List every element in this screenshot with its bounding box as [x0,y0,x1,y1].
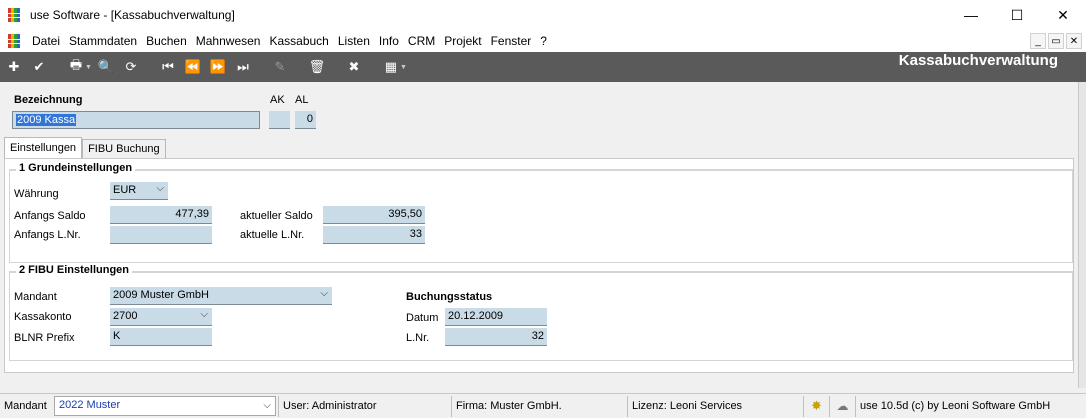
first-record-icon[interactable]: ⏮ [157,56,179,78]
next-record-icon[interactable]: ⏩ [207,56,229,78]
right-splitter[interactable] [1078,82,1086,388]
mandant-select[interactable]: 2009 Muster GmbH ⌵ [110,287,332,305]
menu-stammdaten[interactable]: Stammdaten [67,34,144,48]
grid-icon[interactable]: ▦ [380,56,402,78]
menu-crm[interactable]: CRM [406,34,442,48]
status-mandant-label: Mandant [4,400,47,412]
add-icon[interactable]: ✚ [3,56,25,78]
kassakonto-value: 2700 [113,310,138,322]
menu-bar: Datei Stammdaten Buchen Mahnwesen Kassab… [0,30,1086,52]
menu-buchen[interactable]: Buchen [144,34,194,48]
aktueller-saldo-input[interactable]: 395,50 [323,206,425,224]
al-label: AL [295,94,309,106]
status-user: User: Administrator [278,395,452,417]
mandant-label: Mandant [14,291,57,303]
aktuelle-lnr-input[interactable]: 33 [323,226,425,244]
bezeichnung-label: Bezeichnung [14,94,83,106]
bezeichnung-value: 2009 Kassa [16,114,77,126]
maximize-button[interactable]: ☐ [994,0,1040,30]
chevron-down-icon[interactable]: ⌵ [156,183,164,194]
status-version: use 10.5d (c) by Leoni Software GmbH [860,400,1051,412]
edit-icon[interactable]: ✎ [269,56,291,78]
waehrung-label: Währung [14,188,59,200]
mdi-restore-button[interactable]: ▭ [1048,33,1064,49]
lnr-input[interactable]: 32 [445,328,547,346]
lnr-label: L.Nr. [406,332,430,344]
bezeichnung-input[interactable]: 2009 Kassa [12,111,260,129]
module-title: Kassabuchverwaltung [898,52,1058,69]
menu-datei[interactable]: Datei [30,34,67,48]
fibu-title: 2 FIBU Einstellungen [16,264,133,276]
cancel-icon[interactable]: ✖ [343,56,365,78]
menu-info[interactable]: Info [377,34,406,48]
previous-record-icon[interactable]: ⏪ [182,56,204,78]
kassakonto-select[interactable]: 2700 ⌵ [110,308,212,326]
print-dropdown-icon[interactable]: ▼ [85,64,92,71]
menu-listen[interactable]: Listen [336,34,377,48]
datum-input[interactable]: 20.12.2009 [445,308,547,326]
grid-dropdown-icon[interactable]: ▼ [400,64,407,71]
menu-mahnwesen[interactable]: Mahnwesen [194,34,268,48]
refresh-icon[interactable]: ⟳ [120,56,142,78]
search-icon[interactable]: 🔍 [95,56,117,78]
status-bar: Mandant 2022 Muster ⌵ User: Administrato… [0,393,1086,418]
tab-bar: Einstellungen FIBU Buchung [4,137,166,159]
status-firma: Firma: Muster GmbH. [452,395,628,417]
waehrung-select[interactable]: EUR ⌵ [110,182,168,200]
tab-fibu-buchung[interactable]: FIBU Buchung [82,139,166,158]
anfangs-saldo-input[interactable]: 477,39 [110,206,212,224]
menu-kassabuch[interactable]: Kassabuch [267,34,335,48]
blnr-prefix-input[interactable]: K [110,328,212,346]
menu-fenster[interactable]: Fenster [489,34,539,48]
menu-projekt[interactable]: Projekt [442,34,488,48]
chevron-down-icon[interactable]: ⌵ [320,288,328,299]
chevron-down-icon[interactable]: ⌵ [200,309,208,320]
mdi-close-button[interactable]: ✕ [1066,33,1082,49]
aktuelle-lnr-label: aktuelle L.Nr. [240,229,305,241]
datum-label: Datum [406,312,439,324]
waehrung-value: EUR [113,184,137,196]
close-button[interactable]: ✕ [1040,0,1086,30]
chevron-down-icon[interactable]: ⌵ [263,400,271,411]
confirm-icon[interactable]: ✔ [28,56,50,78]
toolbar: ✚ ✔ 🖶 ▼ 🔍 ⟳ ⏮ ⏪ ⏩ ⏭ ✎ 🗑 ✖ ▦ ▼ Kassabuchv… [0,52,1086,82]
aktueller-saldo-label: aktueller Saldo [240,210,313,222]
last-record-icon[interactable]: ⏭ [232,56,254,78]
status-lizenz: Lizenz: Leoni Services [628,395,804,417]
app-icon [8,8,20,22]
status-mandant-select[interactable]: 2022 Muster ⌵ [54,396,276,416]
app-menu-icon[interactable] [8,34,22,48]
cloud-icon[interactable]: ☁ [830,395,856,417]
status-mandant-value: 2022 Muster [59,399,121,411]
blnr-prefix-label: BLNR Prefix [14,332,75,344]
window-controls: — ☐ ✕ [948,0,1086,30]
tab-einstellungen[interactable]: Einstellungen [4,137,83,158]
mdi-controls: _ ▭ ✕ [1030,33,1082,49]
ak-input[interactable] [269,111,290,129]
anfangs-lnr-label: Anfangs L.Nr. [14,229,81,241]
print-icon[interactable]: 🖶 [65,56,87,78]
title-bar: use Software - [Kassabuchverwaltung] — ☐… [0,0,1086,30]
menu-help[interactable]: ? [538,34,554,48]
minimize-button[interactable]: — [948,0,994,30]
grundeinstellungen-title: 1 Grundeinstellungen [16,162,136,174]
anfangs-lnr-input[interactable] [110,226,212,244]
buchungsstatus-label: Buchungsstatus [406,291,493,303]
anfangs-saldo-label: Anfangs Saldo [14,210,86,222]
delete-icon[interactable]: 🗑 [306,56,328,78]
window-title: use Software - [Kassabuchverwaltung] [30,8,235,22]
kassakonto-label: Kassakonto [14,311,72,323]
mdi-minimize-button[interactable]: _ [1030,33,1046,49]
al-input[interactable]: 0 [295,111,316,129]
ak-label: AK [270,94,285,106]
mandant-value: 2009 Muster GmbH [113,289,209,301]
sun-icon[interactable]: ✸ [804,395,830,417]
